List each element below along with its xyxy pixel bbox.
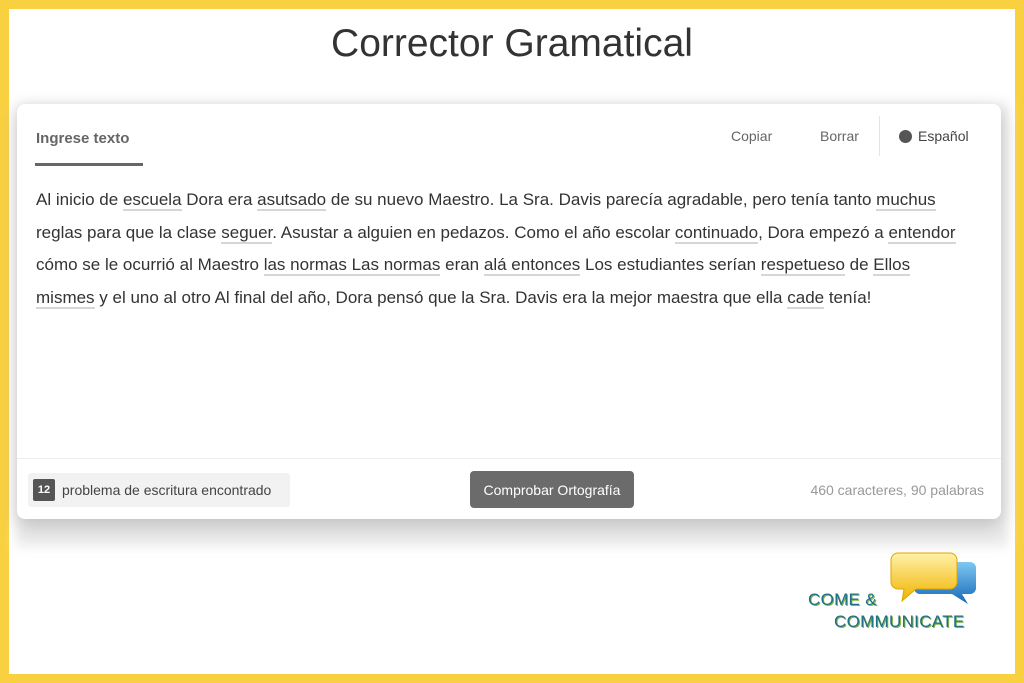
text-segment: cómo se le ocurrió al Maestro xyxy=(36,255,264,275)
text-segment: y el uno al otro Al final del año, Dora … xyxy=(94,287,788,307)
issue-count-badge: 12 xyxy=(33,479,55,501)
flagged-word[interactable]: seguer xyxy=(221,222,273,244)
copy-button[interactable]: Copiar xyxy=(731,128,772,144)
flagged-word[interactable]: continuado xyxy=(674,222,759,244)
issues-summary[interactable]: 12 problema de escritura encontrado xyxy=(28,473,290,507)
flagged-word[interactable]: muchus xyxy=(876,190,936,211)
flagged-word[interactable]: las normas Las normas xyxy=(263,255,441,277)
text-segment: , Dora empezó a xyxy=(758,222,889,242)
text-segment: tenía! xyxy=(824,287,872,307)
text-segment: de su nuevo Maestro. La Sra. Davis parec… xyxy=(326,190,877,209)
footer-divider xyxy=(17,458,1001,459)
language-dot-icon xyxy=(899,129,912,143)
text-input-area[interactable]: Al inicio de escuela Dora era asutsado d… xyxy=(36,184,966,314)
toolbar-divider xyxy=(879,116,880,156)
check-spelling-button[interactable]: Comprobar Ortografía xyxy=(470,471,634,508)
flagged-word[interactable]: entendor xyxy=(888,222,956,244)
flagged-word[interactable]: escuela xyxy=(122,190,182,211)
language-selector[interactable]: Español xyxy=(899,128,969,144)
logo-line-1: COME & xyxy=(808,590,877,609)
come-communicate-logo: COME & COMMUNICATE xyxy=(808,550,998,636)
tab-active-indicator xyxy=(35,163,143,166)
text-segment: eran xyxy=(440,255,484,275)
text-segment: Dora era xyxy=(181,190,258,209)
text-segment: de xyxy=(844,255,874,275)
logo-line-2: COMMUNICATE xyxy=(834,612,965,631)
page-title: Corrector Gramatical xyxy=(331,22,693,65)
text-segment: Al inicio de xyxy=(36,190,123,209)
text-segment: reglas para que la clase xyxy=(36,222,222,242)
tab-input-text[interactable]: Ingrese texto xyxy=(36,130,129,147)
text-segment: . Asustar a alguien en pedazos. Como el … xyxy=(272,222,675,242)
flagged-word[interactable]: respetueso xyxy=(760,255,845,277)
issue-label: problema de escritura encontrado xyxy=(62,482,272,498)
flagged-word[interactable]: alá entonces xyxy=(483,255,581,277)
text-segment: Los estudiantes serían xyxy=(580,255,761,275)
editor-card: Ingrese texto Copiar Borrar Español Al i… xyxy=(17,104,1001,519)
flagged-word[interactable]: cade xyxy=(787,287,825,309)
clear-button[interactable]: Borrar xyxy=(820,128,859,144)
flagged-word[interactable]: asutsado xyxy=(257,190,327,211)
language-label: Español xyxy=(918,128,969,144)
character-word-count: 460 caracteres, 90 palabras xyxy=(810,482,984,498)
